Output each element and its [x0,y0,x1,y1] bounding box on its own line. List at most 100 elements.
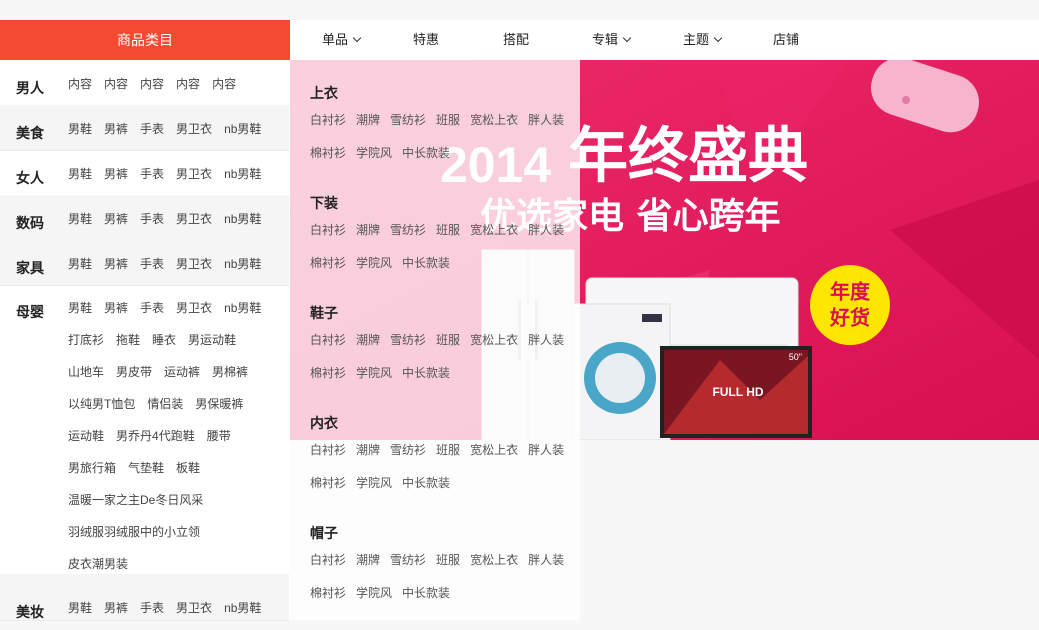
category-link[interactable]: 男棉裤 [212,357,248,388]
category-link[interactable]: 睡衣 [152,325,176,356]
category-link[interactable]: nb男鞋 [224,249,261,280]
category-link[interactable]: 男鞋 [68,159,92,190]
flyout-link[interactable]: 白衬衫 [310,443,346,457]
category-link[interactable]: 手表 [140,293,164,324]
flyout-link[interactable]: 雪纺衫 [390,223,426,237]
flyout-link[interactable]: 潮牌 [356,113,380,127]
flyout-link[interactable]: 棉衬衫 [310,146,346,160]
flyout-section-title[interactable]: 内衣 [310,412,580,434]
category-link[interactable]: 男裤 [104,593,128,624]
category-link[interactable]: 男卫衣 [176,114,212,145]
flyout-link[interactable]: 潮牌 [356,223,380,237]
flyout-link[interactable]: 胖人装 [528,223,564,237]
category-link[interactable]: 男皮带 [116,357,152,388]
category-link[interactable]: nb男鞋 [224,293,261,324]
category-row[interactable]: 美妆 男鞋 男裤 手表 男卫衣 nb男鞋 [0,574,289,621]
category-link[interactable]: 男卫衣 [176,159,212,190]
flyout-link[interactable]: 班服 [436,553,460,567]
category-link[interactable]: 运动鞋 [68,421,104,452]
flyout-section-title[interactable]: 上衣 [310,82,580,104]
category-link[interactable]: 男裤 [104,114,128,145]
flyout-link[interactable]: 棉衬衫 [310,586,346,600]
category-link[interactable]: 男卫衣 [176,593,212,624]
category-link[interactable]: 男运动鞋 [188,325,236,356]
flyout-link[interactable]: 学院风 [356,476,392,490]
category-link[interactable]: 内容 [212,69,236,100]
category-name[interactable]: 美食 [16,123,44,143]
category-link[interactable]: 手表 [140,204,164,235]
category-link[interactable]: 手表 [140,159,164,190]
category-link[interactable]: 情侣装 [147,389,183,420]
category-link[interactable]: 手表 [140,593,164,624]
category-link[interactable]: 拖鞋 [116,325,140,356]
category-link[interactable]: nb男鞋 [224,204,261,235]
category-link[interactable]: 腰带 [207,421,231,452]
flyout-link[interactable]: 宽松上衣 [470,223,518,237]
category-link[interactable]: 男卫衣 [176,249,212,280]
category-link[interactable]: 内容 [176,69,200,100]
category-link[interactable]: 男鞋 [68,114,92,145]
flyout-link[interactable]: 中长款装 [402,476,450,490]
nav-item[interactable]: 主题 [683,20,723,60]
category-link[interactable]: 男裤 [104,159,128,190]
flyout-link[interactable]: 宽松上衣 [470,553,518,567]
flyout-link[interactable]: 中长款装 [402,146,450,160]
category-name[interactable]: 数码 [16,213,44,233]
flyout-link[interactable]: 班服 [436,223,460,237]
flyout-link[interactable]: 学院风 [356,366,392,380]
flyout-link[interactable]: 棉衬衫 [310,476,346,490]
nav-item[interactable]: 特惠 [413,20,439,60]
flyout-link[interactable]: 班服 [436,443,460,457]
flyout-link[interactable]: 潮牌 [356,553,380,567]
category-link[interactable]: 内容 [140,69,164,100]
category-name[interactable]: 男人 [16,78,44,98]
category-link[interactable]: 男鞋 [68,293,92,324]
flyout-link[interactable]: 潮牌 [356,443,380,457]
category-link[interactable]: 以纯男T恤包 [68,389,135,420]
category-link[interactable]: 男乔丹4代跑鞋 [116,421,195,452]
category-link[interactable]: 山地车 [68,357,104,388]
category-link[interactable]: 温暖一家之主De冬日风采 [68,485,203,516]
flyout-section-title[interactable]: 下装 [310,192,580,214]
flyout-link[interactable]: 班服 [436,113,460,127]
category-name[interactable]: 母婴 [16,302,44,322]
flyout-link[interactable]: 雪纺衫 [390,443,426,457]
category-link[interactable]: 男裤 [104,204,128,235]
category-link[interactable]: nb男鞋 [224,114,261,145]
nav-item[interactable]: 单品 [322,20,362,60]
flyout-link[interactable]: 中长款装 [402,586,450,600]
flyout-link[interactable]: 中长款装 [402,256,450,270]
category-link[interactable]: 内容 [68,69,92,100]
category-link[interactable]: 男鞋 [68,593,92,624]
category-title[interactable]: 商品类目 [0,20,290,60]
flyout-link[interactable]: 中长款装 [402,366,450,380]
category-row[interactable]: 母婴 男鞋 男裤 手表 男卫衣 nb男鞋 打底衫 拖鞋 睡衣 男运动鞋 山地车 男皮带 运动裤 男棉裤 以纯… [0,285,289,575]
flyout-link[interactable]: 雪纺衫 [390,333,426,347]
category-row[interactable]: 数码 男鞋 男裤 手表 男卫衣 nb男鞋 [0,195,289,241]
flyout-link[interactable]: 潮牌 [356,333,380,347]
category-link[interactable]: nb男鞋 [224,159,261,190]
category-row[interactable]: 家具 男鞋 男裤 手表 男卫衣 nb男鞋 [0,240,289,286]
category-link[interactable]: 手表 [140,114,164,145]
flyout-link[interactable]: 棉衬衫 [310,366,346,380]
category-row[interactable]: 男人内容内容内容内容内容内容 [0,60,289,123]
nav-item[interactable]: 店铺 [773,20,799,60]
flyout-link[interactable]: 白衬衫 [310,333,346,347]
flyout-link[interactable]: 宽松上衣 [470,333,518,347]
flyout-link[interactable]: 胖人装 [528,333,564,347]
category-row[interactable]: 女人 男鞋 男裤 手表 男卫衣 nb男鞋 [0,150,289,196]
category-link[interactable]: 男裤 [104,293,128,324]
flyout-link[interactable]: 宽松上衣 [470,113,518,127]
category-name[interactable]: 女人 [16,168,44,188]
category-name[interactable]: 美妆 [16,602,44,622]
category-link[interactable]: 男旅行箱 [68,453,116,484]
flyout-section-title[interactable]: 帽子 [310,522,580,544]
category-link[interactable]: 羽绒服羽绒服中的小立领 [68,517,200,548]
category-link[interactable]: 运动裤 [164,357,200,388]
flyout-link[interactable]: 白衬衫 [310,223,346,237]
category-link[interactable]: 内容 [104,69,128,100]
flyout-link[interactable]: 白衬衫 [310,553,346,567]
category-link[interactable]: 男鞋 [68,249,92,280]
flyout-link[interactable]: 学院风 [356,256,392,270]
category-link[interactable]: 气垫鞋 [128,453,164,484]
